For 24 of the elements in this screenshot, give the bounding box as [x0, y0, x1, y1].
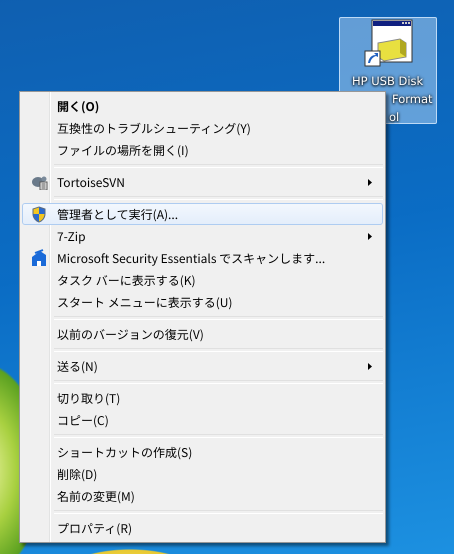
menu-item[interactable]: TortoiseSVN [22, 171, 383, 193]
menu-item[interactable]: ショートカットの作成(S) [22, 441, 383, 463]
menu-item[interactable]: 以前のバージョンの復元(V) [22, 323, 383, 345]
submenu-arrow-icon [368, 362, 372, 370]
menu-item[interactable]: 名前の変更(M) [22, 485, 383, 507]
menu-item[interactable]: 切り取り(T) [22, 387, 383, 409]
house-icon [31, 249, 47, 267]
menu-item[interactable]: コピー(C) [22, 409, 383, 431]
menu-item[interactable]: ファイルの場所を開く(I) [22, 139, 383, 161]
submenu-arrow-icon [368, 178, 372, 186]
submenu-arrow-icon [368, 232, 372, 240]
shield-icon [31, 206, 47, 222]
shortcut-label: Format [392, 92, 433, 106]
program-window-icon [364, 19, 414, 69]
menu-item[interactable]: 削除(D) [22, 463, 383, 485]
menu-item[interactable]: プロパティ(R) [22, 517, 383, 539]
menu-item[interactable]: タスク バーに表示する(K) [22, 269, 383, 291]
menu-item[interactable]: 送る(N) [22, 355, 383, 377]
menu-item[interactable]: スタート メニューに表示する(U) [22, 291, 383, 313]
shortcut-label: ol [389, 110, 400, 124]
shortcut-label: HP USB Disk [352, 74, 424, 88]
menu-item[interactable]: 管理者として実行(A)... [22, 203, 383, 225]
menu-item[interactable]: 7-Zip [22, 225, 383, 247]
menu-item[interactable]: Microsoft Security Essentials でスキャンします... [22, 247, 383, 269]
